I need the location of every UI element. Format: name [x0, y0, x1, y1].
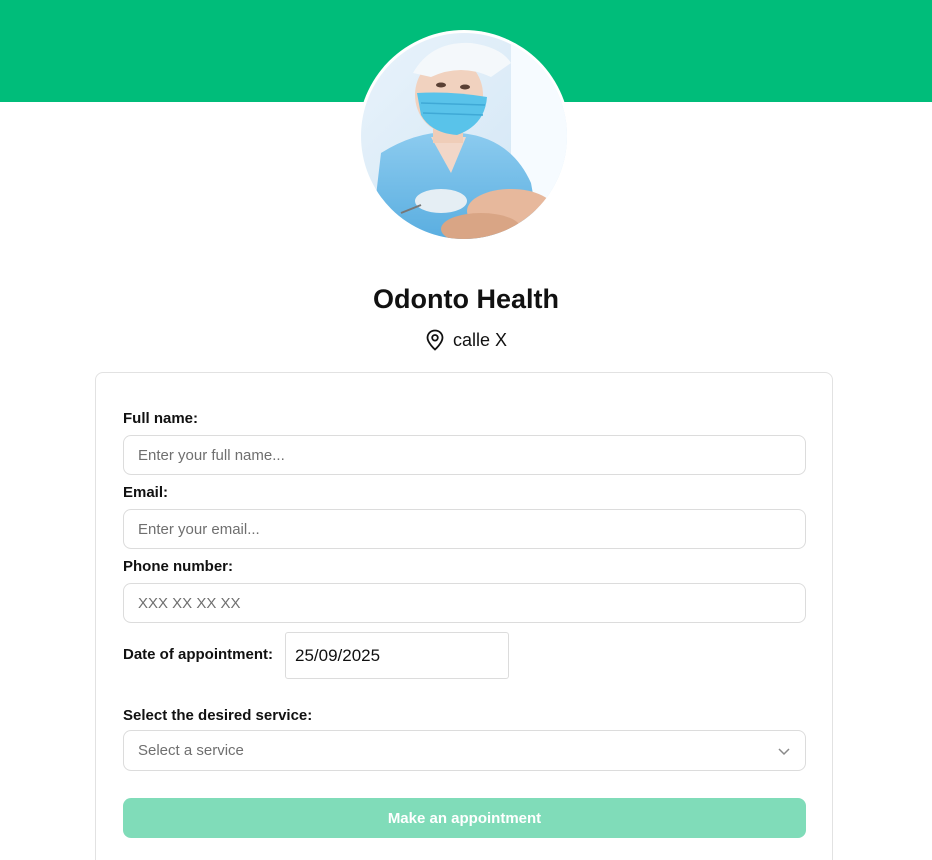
clinic-avatar [358, 30, 570, 242]
clinic-address: calle X [0, 329, 932, 351]
phone-input[interactable] [123, 583, 806, 623]
email-label: Email: [123, 484, 169, 501]
dentist-photo [361, 33, 567, 239]
date-label: Date of appointment: [123, 646, 273, 663]
service-select-placeholder: Select a service [138, 742, 244, 759]
full-name-label: Full name: [123, 410, 199, 427]
clinic-name: Odonto Health [373, 284, 559, 314]
appointment-form: Full name: Email: Phone number: Date of … [95, 372, 833, 860]
service-label: Select the desired service: [123, 707, 313, 724]
date-value: 25/09/2025 [295, 645, 381, 665]
phone-label: Phone number: [123, 558, 234, 575]
make-appointment-button[interactable]: Make an appointment [123, 798, 806, 838]
booking-page: Odonto Health calle X Full name: Email: … [0, 0, 932, 860]
email-input[interactable] [123, 509, 806, 549]
service-select[interactable]: Select a service [123, 730, 806, 771]
date-input[interactable]: 25/09/2025 [285, 632, 509, 679]
full-name-input[interactable] [123, 435, 806, 475]
map-pin-icon [426, 329, 444, 351]
address-text: calle X [452, 329, 508, 350]
chevron-down-icon [778, 747, 790, 755]
